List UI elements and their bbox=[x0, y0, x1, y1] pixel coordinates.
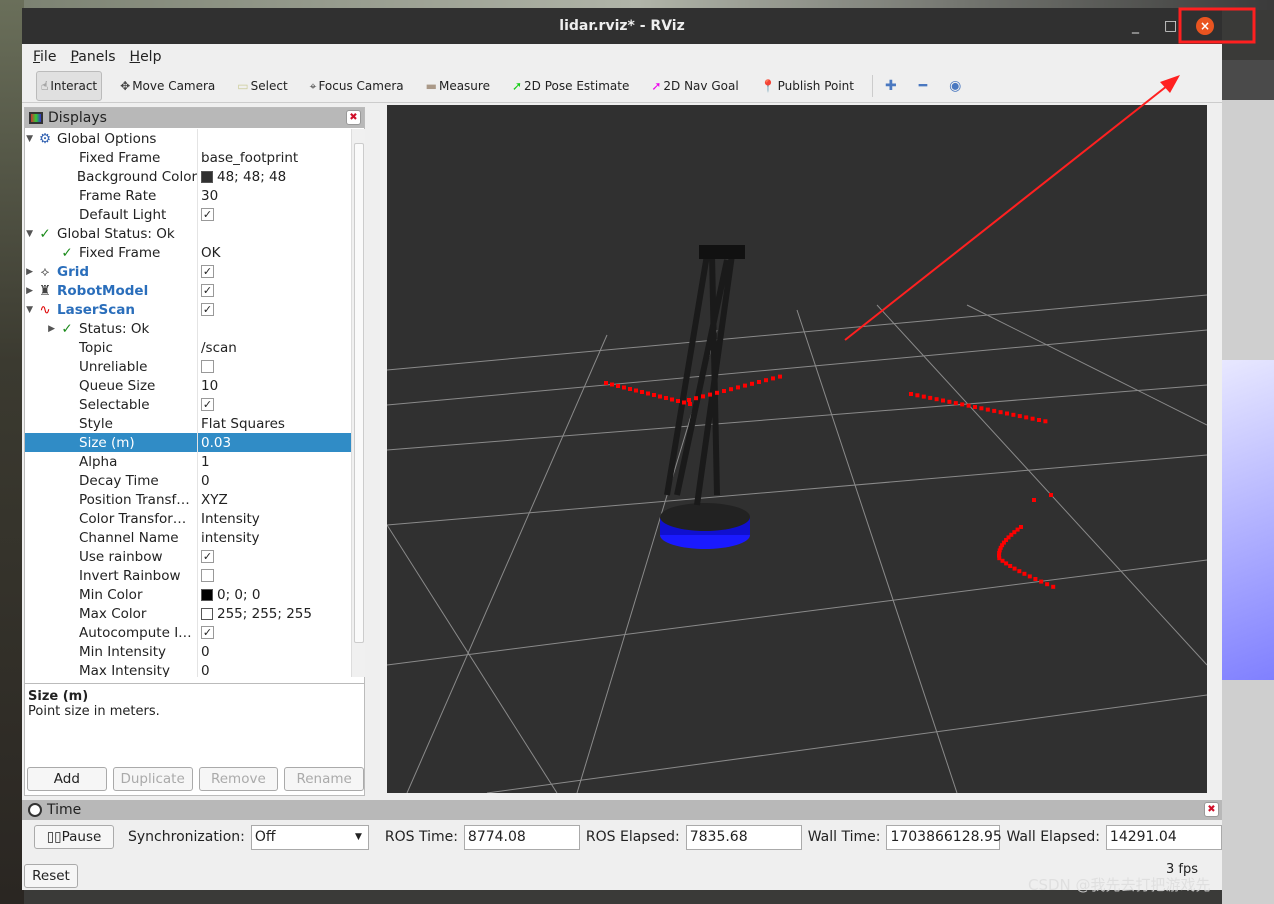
annotation-overlay bbox=[844, 7, 1256, 341]
annotation-box bbox=[1178, 7, 1256, 44]
annotation-arrow bbox=[844, 81, 1173, 341]
